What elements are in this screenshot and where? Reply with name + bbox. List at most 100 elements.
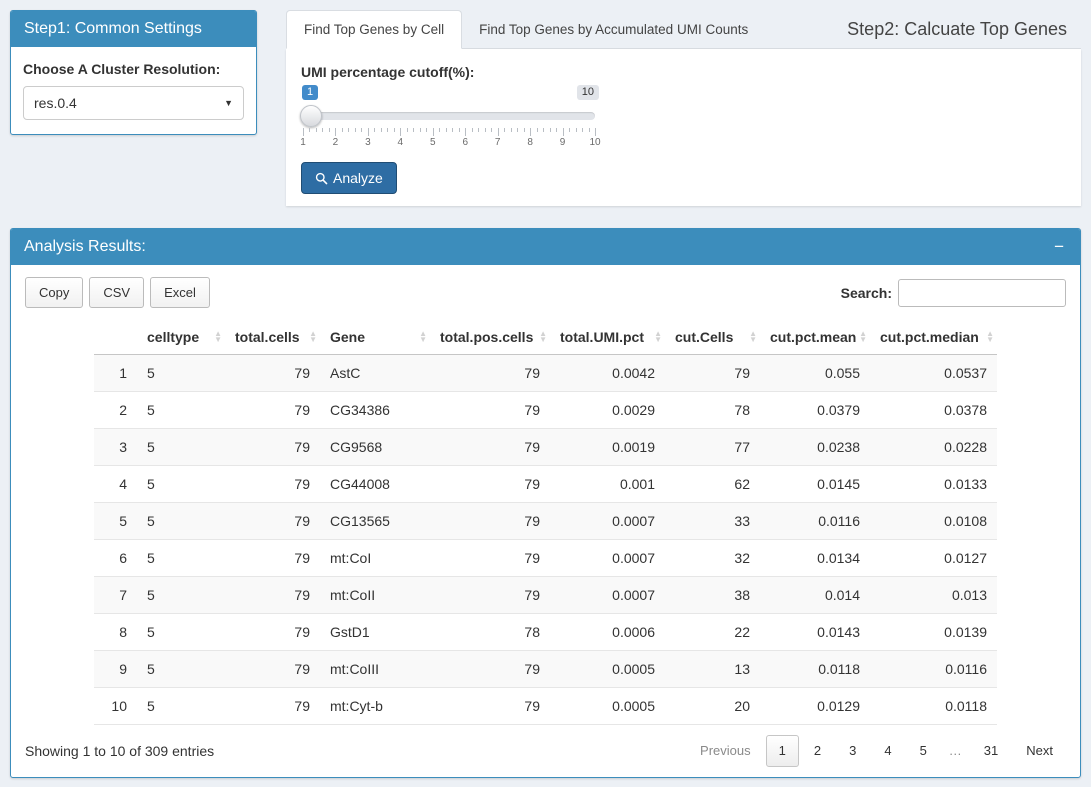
slider-minor-tick [413,128,414,132]
slider-minor-tick [543,128,544,132]
cell-cut-pct-mean: 0.0118 [760,651,870,688]
slider-minor-tick [569,128,570,132]
table-row[interactable]: 3579CG9568790.0019770.02380.0228 [94,429,997,466]
pagination-page-4[interactable]: 4 [871,735,904,767]
pagination-page-3[interactable]: 3 [836,735,869,767]
cluster-resolution-label: Choose A Cluster Resolution: [23,61,244,77]
cell-cut-cells: 32 [665,540,760,577]
cluster-resolution-select[interactable]: res.0.4 [23,86,244,120]
tab-find-top-genes-by-cell[interactable]: Find Top Genes by Cell [286,10,462,49]
analyze-button[interactable]: Analyze [301,162,397,194]
slider-tick-label: 10 [589,137,600,148]
column-header-total-umi-pct[interactable]: total.UMI.pct [550,320,665,355]
cell-cut-pct-mean: 0.0379 [760,392,870,429]
cell-gene: CG13565 [320,503,430,540]
table-row[interactable]: 7579mt:CoII790.0007380.0140.013 [94,577,997,614]
pagination-next[interactable]: Next [1013,735,1066,767]
pagination-page-2[interactable]: 2 [801,735,834,767]
cell-celltype: 5 [137,651,225,688]
table-row[interactable]: 10579mt:Cyt-b790.0005200.01290.0118 [94,688,997,725]
cluster-resolution-value: res.0.4 [34,95,77,111]
table-row[interactable]: 8579GstD1780.0006220.01430.0139 [94,614,997,651]
cell-cut-pct-median: 0.0228 [870,429,997,466]
slider-minor-tick [511,128,512,132]
table-row[interactable]: 5579CG13565790.0007330.01160.0108 [94,503,997,540]
cell-cut-pct-median: 0.0118 [870,688,997,725]
table-row[interactable]: 9579mt:CoIII790.0005130.01180.0116 [94,651,997,688]
slider-minor-tick [381,128,382,132]
slider-tick-label: 9 [560,137,566,148]
sort-icon [859,331,867,343]
step2-tab-row: Find Top Genes by Cell Find Top Genes by… [286,10,1081,49]
excel-button[interactable]: Excel [150,277,210,308]
table-row[interactable]: 4579CG44008790.001620.01450.0133 [94,466,997,503]
cell-celltype: 5 [137,355,225,392]
analysis-results-panel: Analysis Results: − CopyCSVExcel Search:… [10,228,1081,778]
slider-track[interactable] [303,112,595,120]
slider-tick [465,128,466,136]
column-header-celltype[interactable]: celltype [137,320,225,355]
analyze-button-label: Analyze [333,170,383,186]
cell-total-pos-cells: 78 [430,614,550,651]
row-index: 2 [94,392,137,429]
slider-minor-tick [452,128,453,132]
column-header-total-cells[interactable]: total.cells [225,320,320,355]
slider-minor-tick [485,128,486,132]
step1-header: Step1: Common Settings [11,11,256,47]
umi-cutoff-slider[interactable]: 1 10 12345678910 [303,104,595,148]
slider-minor-tick [556,128,557,132]
pagination-page-1[interactable]: 1 [766,735,799,767]
pagination-previous[interactable]: Previous [687,735,764,767]
sort-icon [986,331,994,343]
cell-cut-pct-median: 0.0537 [870,355,997,392]
slider-tick-label: 2 [333,137,339,148]
search-area: Search: [841,279,1066,307]
cell-cut-pct-mean: 0.0116 [760,503,870,540]
csv-button[interactable]: CSV [89,277,144,308]
cell-celltype: 5 [137,392,225,429]
table-row[interactable]: 2579CG34386790.0029780.03790.0378 [94,392,997,429]
pagination-page-5[interactable]: 5 [907,735,940,767]
cell-cut-pct-mean: 0.0134 [760,540,870,577]
slider-minor-tick [387,128,388,132]
cell-total-pos-cells: 79 [430,651,550,688]
slider-max-label: 10 [577,85,599,100]
cell-total-umi-pct: 0.0007 [550,540,665,577]
slider-minor-tick [322,128,323,132]
cell-total-cells: 79 [225,392,320,429]
copy-button[interactable]: Copy [25,277,83,308]
column-header-label: total.pos.cells [440,329,533,345]
collapse-minus-icon[interactable]: − [1051,238,1067,256]
slider-handle[interactable] [300,105,322,127]
cell-celltype: 5 [137,688,225,725]
table-header-row: celltypetotal.cellsGene total.pos.cells to… [94,320,997,355]
table-row[interactable]: 6579mt:CoI790.0007320.01340.0127 [94,540,997,577]
column-header-cut-cells[interactable]: cut.Cells [665,320,760,355]
column-header-total-pos-cells[interactable]: total.pos.cells [430,320,550,355]
cell-gene: mt:CoI [320,540,430,577]
row-index: 8 [94,614,137,651]
slider-tick [595,128,596,136]
search-input[interactable] [898,279,1066,307]
cell-cut-pct-median: 0.0116 [870,651,997,688]
column-header-cut-pct-mean[interactable]: cut.pct.mean [760,320,870,355]
slider-minor-tick [504,128,505,132]
cell-cut-pct-median: 0.0139 [870,614,997,651]
slider-tick [400,128,401,136]
slider-minor-tick [426,128,427,132]
sort-icon [749,331,757,343]
row-index: 5 [94,503,137,540]
table-row[interactable]: 1579AstC790.0042790.0550.0537 [94,355,997,392]
tab-find-top-genes-by-accumulated-umi-counts[interactable]: Find Top Genes by Accumulated UMI Counts [462,10,765,48]
slider-minor-tick [309,128,310,132]
cell-total-umi-pct: 0.0007 [550,577,665,614]
column-header-gene[interactable]: Gene [320,320,430,355]
column-header-cut-pct-median[interactable]: cut.pct.median [870,320,997,355]
cell-gene: mt:CoIII [320,651,430,688]
slider-tick [303,128,304,136]
pagination-page-31[interactable]: 31 [971,735,1011,767]
row-index: 7 [94,577,137,614]
cell-total-umi-pct: 0.0005 [550,688,665,725]
export-button-group: CopyCSVExcel [25,277,210,308]
slider-minor-tick [439,128,440,132]
